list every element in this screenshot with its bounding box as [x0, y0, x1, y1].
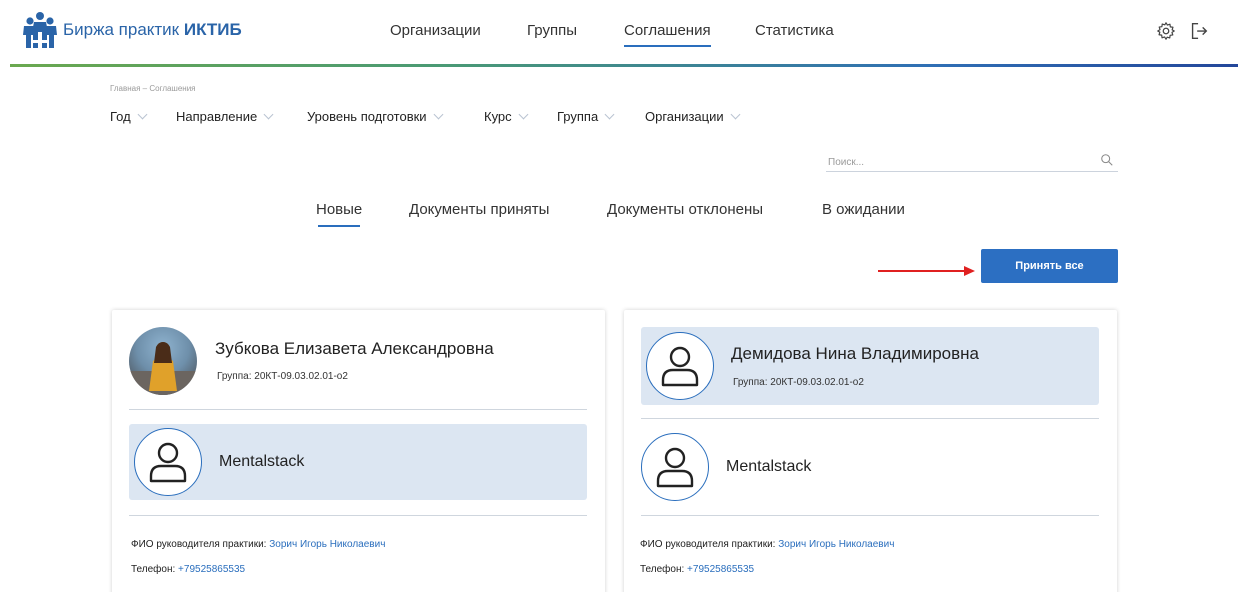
- gear-icon[interactable]: [1155, 20, 1177, 42]
- supervisor-link[interactable]: Зорич Игорь Николаевич: [269, 539, 385, 550]
- filter-year[interactable]: Год: [110, 109, 148, 124]
- supervisor-row: ФИО руководителя практики: Зорич Игорь Н…: [131, 539, 385, 550]
- card-divider: [129, 515, 587, 516]
- filter-direction[interactable]: Направление: [176, 109, 274, 124]
- logout-icon[interactable]: [1188, 20, 1210, 42]
- phone-row: Телефон: +79525865535: [640, 564, 754, 575]
- organization-name[interactable]: Mentalstack: [726, 458, 811, 476]
- student-block[interactable]: Зубкова Елизавета Александровна Группа: …: [129, 322, 587, 400]
- tab-new[interactable]: Новые: [316, 201, 362, 227]
- phone-label: Телефон:: [640, 564, 685, 575]
- filter-direction-label: Направление: [176, 109, 258, 124]
- header-divider: [10, 64, 1238, 67]
- breadcrumb[interactable]: Главная – Соглашения: [110, 84, 196, 93]
- filter-course[interactable]: Курс: [484, 109, 529, 124]
- organization-block[interactable]: Mentalstack: [129, 424, 587, 500]
- filter-organizations-label: Организации: [645, 109, 724, 124]
- person-photo-icon: [129, 342, 197, 395]
- chevron-down-icon: [518, 109, 529, 120]
- student-avatar-photo: [129, 327, 197, 395]
- filter-organizations[interactable]: Организации: [645, 109, 741, 124]
- agreement-card[interactable]: Зубкова Елизавета Александровна Группа: …: [112, 310, 605, 592]
- phone-link[interactable]: +79525865535: [687, 564, 754, 575]
- supervisor-row: ФИО руководителя практики: Зорич Игорь Н…: [640, 539, 894, 550]
- main-nav: Организации Группы Соглашения Статистика: [0, 22, 1240, 47]
- filter-group[interactable]: Группа: [557, 109, 615, 124]
- user-placeholder-icon: [661, 346, 699, 387]
- user-placeholder-icon: [149, 442, 187, 483]
- filter-year-label: Год: [110, 109, 131, 124]
- organization-avatar: [134, 428, 202, 496]
- student-group: Группа: 20КТ-09.03.02.01-о2: [217, 371, 348, 382]
- red-arrow-annotation: [878, 266, 975, 276]
- chevron-down-icon: [433, 109, 444, 120]
- tab-accepted[interactable]: Документы приняты: [409, 201, 549, 218]
- student-name[interactable]: Демидова Нина Владимировна: [731, 344, 979, 364]
- search-icon[interactable]: [1100, 153, 1114, 167]
- nav-statistics[interactable]: Статистика: [755, 22, 834, 39]
- tab-rejected[interactable]: Документы отклонены: [607, 201, 763, 218]
- search-input[interactable]: [826, 153, 1076, 172]
- top-header: Биржа практик ИКТИБ Организации Группы С…: [0, 0, 1240, 67]
- card-divider: [641, 418, 1099, 419]
- phone-link[interactable]: +79525865535: [178, 564, 245, 575]
- supervisor-link[interactable]: Зорич Игорь Николаевич: [778, 539, 894, 550]
- agreement-card[interactable]: Демидова Нина Владимировна Группа: 20КТ-…: [624, 310, 1117, 592]
- chevron-down-icon: [730, 109, 741, 120]
- tab-pending[interactable]: В ожидании: [822, 201, 905, 218]
- supervisor-label: ФИО руководителя практики:: [131, 539, 267, 550]
- filter-level[interactable]: Уровень подготовки: [307, 109, 444, 124]
- card-divider: [129, 409, 587, 410]
- student-name[interactable]: Зубкова Елизавета Александровна: [215, 339, 494, 359]
- chevron-down-icon: [604, 109, 615, 120]
- chevron-down-icon: [263, 109, 274, 120]
- filter-course-label: Курс: [484, 109, 512, 124]
- nav-groups[interactable]: Группы: [527, 22, 577, 39]
- organization-block[interactable]: Mentalstack: [641, 430, 1099, 506]
- student-block[interactable]: Демидова Нина Владимировна Группа: 20КТ-…: [641, 327, 1099, 405]
- student-group: Группа: 20КТ-09.03.02.01-о2: [733, 377, 864, 388]
- phone-row: Телефон: +79525865535: [131, 564, 245, 575]
- filter-level-label: Уровень подготовки: [307, 109, 427, 124]
- nav-agreements[interactable]: Соглашения: [624, 22, 711, 47]
- organization-avatar: [641, 433, 709, 501]
- student-avatar: [646, 332, 714, 400]
- phone-label: Телефон:: [131, 564, 176, 575]
- user-placeholder-icon: [656, 447, 694, 488]
- nav-organizations[interactable]: Организации: [390, 22, 481, 39]
- card-divider: [641, 515, 1099, 516]
- filter-group-label: Группа: [557, 109, 599, 124]
- search-box: [826, 152, 1118, 172]
- accept-all-button[interactable]: Принять все: [981, 249, 1118, 283]
- supervisor-label: ФИО руководителя практики:: [640, 539, 776, 550]
- organization-name[interactable]: Mentalstack: [219, 453, 304, 471]
- chevron-down-icon: [137, 109, 148, 120]
